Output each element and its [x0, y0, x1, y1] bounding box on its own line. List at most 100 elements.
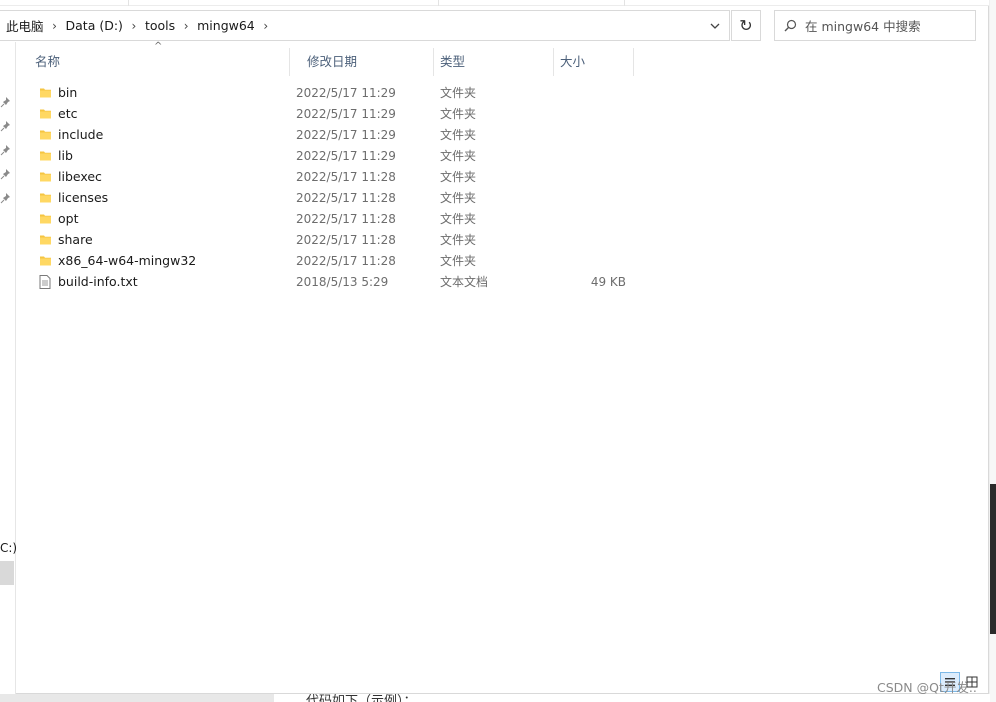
pin-icon[interactable]	[0, 144, 12, 156]
breadcrumb-tools[interactable]: tools	[141, 18, 179, 33]
pin-icon[interactable]	[0, 168, 12, 180]
column-header-name-label: 名称	[35, 54, 61, 69]
file-modified-date: 2022/5/17 11:29	[296, 106, 396, 121]
background-left-pane	[0, 694, 274, 702]
file-list-row[interactable]: bin 2022/5/17 11:29 文件夹	[30, 82, 650, 103]
file-modified-date: 2022/5/17 11:29	[296, 85, 396, 100]
watermark: CSDN @Qt开发..	[877, 680, 977, 695]
file-list-row[interactable]: licenses 2022/5/17 11:28 文件夹	[30, 187, 650, 208]
outer-scrollbar-thumb[interactable]	[990, 484, 996, 634]
file-name-cell: opt	[30, 211, 296, 226]
file-size: 49 KB	[590, 274, 626, 289]
file-name: bin	[58, 85, 78, 100]
chevron-right-icon[interactable]: ›	[127, 19, 141, 33]
file-name: include	[58, 127, 104, 142]
file-modified-date: 2022/5/17 11:28	[296, 211, 396, 226]
file-name-cell: lib	[30, 148, 296, 163]
pin-icon[interactable]	[0, 120, 12, 132]
folder-icon	[38, 191, 52, 205]
nav-item-selected[interactable]	[0, 561, 14, 585]
file-modified-date: 2022/5/17 11:29	[296, 127, 396, 142]
file-type: 文件夹	[440, 86, 477, 100]
column-header-type-label: 类型	[440, 54, 466, 69]
folder-icon	[38, 86, 52, 100]
chevron-right-icon[interactable]: ›	[48, 19, 62, 33]
search-placeholder: 在 mingw64 中搜索	[805, 19, 921, 34]
file-type: 文件夹	[440, 149, 477, 163]
file-list-row[interactable]: include 2022/5/17 11:29 文件夹	[30, 124, 650, 145]
column-header-name[interactable]: ^ 名称	[18, 41, 290, 76]
file-list-row[interactable]: x86_64-w64-mingw32 2022/5/17 11:28 文件夹	[30, 250, 650, 271]
folder-icon	[38, 149, 52, 163]
file-type: 文件夹	[440, 254, 477, 268]
search-icon	[775, 19, 805, 32]
column-header-date[interactable]: 修改日期	[290, 48, 434, 76]
file-list-row[interactable]: build-info.txt 2018/5/13 5:29 文本文档 49 KB	[30, 271, 650, 292]
nav-item-c-drive[interactable]: C:)	[0, 541, 17, 555]
folder-icon	[38, 128, 52, 142]
column-header-size[interactable]: 大小	[554, 48, 634, 76]
refresh-button[interactable]: ↻	[731, 10, 761, 41]
breadcrumb: 此电脑 › Data (D:) › tools › mingw64 ›	[0, 11, 273, 40]
chevron-right-icon[interactable]: ›	[259, 19, 273, 33]
pin-icon[interactable]	[0, 96, 12, 108]
file-type: 文件夹	[440, 233, 477, 247]
file-name-cell: etc	[30, 106, 296, 121]
file-name-cell: include	[30, 127, 296, 142]
file-type: 文件夹	[440, 107, 477, 121]
file-name: build-info.txt	[58, 274, 138, 289]
chevron-down-icon	[710, 23, 720, 29]
pin-icon[interactable]	[0, 192, 12, 204]
file-list-row[interactable]: opt 2022/5/17 11:28 文件夹	[30, 208, 650, 229]
file-name-cell: x86_64-w64-mingw32	[30, 253, 296, 268]
file-name-cell: libexec	[30, 169, 296, 184]
chevron-right-icon[interactable]: ›	[179, 19, 193, 33]
explorer-window: 此电脑 › Data (D:) › tools › mingw64 › ↻ 在 …	[0, 0, 989, 694]
file-name-cell: share	[30, 232, 296, 247]
column-header-size-label: 大小	[560, 54, 586, 69]
file-modified-date: 2022/5/17 11:28	[296, 190, 396, 205]
file-type: 文件夹	[440, 212, 477, 226]
address-bar[interactable]: 此电脑 › Data (D:) › tools › mingw64 ›	[0, 10, 730, 41]
folder-icon	[38, 170, 52, 184]
breadcrumb-mingw64[interactable]: mingw64	[193, 18, 259, 33]
file-modified-date: 2022/5/17 11:28	[296, 253, 396, 268]
column-header-type[interactable]: 类型	[434, 48, 554, 76]
file-name: libexec	[58, 169, 102, 184]
file-name-cell: licenses	[30, 190, 296, 205]
file-modified-date: 2018/5/13 5:29	[296, 274, 389, 289]
column-headers: ^ 名称 修改日期 类型 大小	[18, 41, 634, 76]
file-modified-date: 2022/5/17 11:28	[296, 232, 396, 247]
refresh-icon: ↻	[739, 16, 753, 35]
ribbon-remnant	[0, 0, 989, 6]
breadcrumb-this-pc[interactable]: 此电脑	[2, 16, 48, 35]
navigation-pane	[0, 42, 16, 694]
file-type: 文件夹	[440, 170, 477, 184]
file-list: bin 2022/5/17 11:29 文件夹 etc 2022/5/17 11:29 文…	[30, 82, 650, 292]
sort-ascending-icon: ^	[154, 41, 163, 52]
file-list-row[interactable]: share 2022/5/17 11:28 文件夹	[30, 229, 650, 250]
file-type: 文件夹	[440, 191, 477, 205]
column-header-date-label: 修改日期	[307, 54, 358, 69]
file-list-row[interactable]: libexec 2022/5/17 11:28 文件夹	[30, 166, 650, 187]
file-type: 文本文档	[440, 275, 489, 289]
folder-icon	[38, 212, 52, 226]
folder-icon	[38, 107, 52, 121]
file-name: share	[58, 232, 93, 247]
file-name: opt	[58, 211, 79, 226]
file-name: lib	[58, 148, 73, 163]
file-list-row[interactable]: lib 2022/5/17 11:29 文件夹	[30, 145, 650, 166]
file-type: 文件夹	[440, 128, 477, 142]
breadcrumb-data-drive[interactable]: Data (D:)	[62, 18, 127, 33]
text-file-icon	[38, 274, 52, 289]
file-modified-date: 2022/5/17 11:29	[296, 148, 396, 163]
file-name: x86_64-w64-mingw32	[58, 253, 197, 268]
search-input[interactable]: 在 mingw64 中搜索	[774, 10, 976, 41]
folder-icon	[38, 254, 52, 268]
file-modified-date: 2022/5/17 11:28	[296, 169, 396, 184]
file-name-cell: build-info.txt	[30, 274, 296, 289]
address-history-dropdown[interactable]	[701, 11, 729, 40]
file-name: etc	[58, 106, 78, 121]
file-name: licenses	[58, 190, 109, 205]
file-list-row[interactable]: etc 2022/5/17 11:29 文件夹	[30, 103, 650, 124]
